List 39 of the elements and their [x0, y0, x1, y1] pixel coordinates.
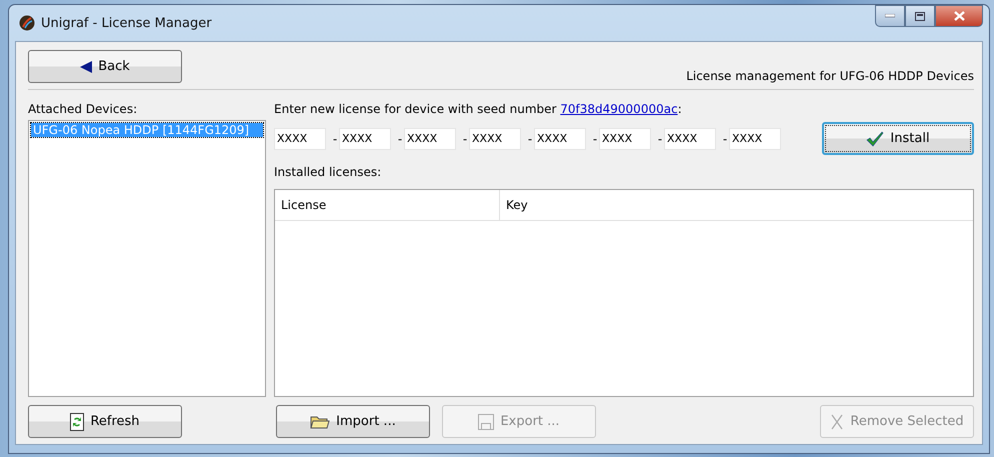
license-field[interactable]: XXXX — [274, 128, 326, 150]
header-text: License management for UFG-06 HDDP Devices — [686, 69, 974, 83]
dash-separator: - — [332, 132, 338, 146]
folder-icon — [310, 414, 330, 429]
column-header[interactable]: License — [275, 190, 500, 220]
minimize-icon — [885, 14, 895, 18]
x-icon — [830, 414, 844, 430]
maximize-icon — [915, 12, 925, 20]
dash-separator: - — [722, 132, 728, 146]
refresh-icon — [70, 412, 84, 430]
checkmark-icon — [866, 130, 884, 146]
dash-separator: - — [656, 132, 664, 146]
license-prompt: Enter new license for device with seed number 70f38d49000000ac: — [274, 102, 682, 116]
maximize-button[interactable] — [905, 5, 935, 27]
license-field[interactable]: XXXX — [339, 128, 391, 150]
close-button[interactable] — [935, 5, 983, 27]
window-title: Unigraf - License Manager — [41, 16, 212, 30]
seed-link[interactable]: 70f38d49000000ac — [560, 102, 678, 116]
license-field[interactable]: XXXX — [534, 128, 586, 150]
dash-separator: - — [526, 132, 534, 146]
license-field[interactable]: XXXX — [664, 128, 716, 150]
devices-label: Attached Devices: — [28, 102, 138, 116]
import-button[interactable]: Import ... — [276, 405, 430, 438]
license-field[interactable]: XXXX — [729, 128, 781, 150]
dash-separator: - — [592, 132, 598, 146]
license-field[interactable]: XXXX — [469, 128, 521, 150]
left-arrow-icon — [80, 60, 92, 72]
dash-separator: - — [462, 132, 468, 146]
refresh-button[interactable]: Refresh — [28, 405, 182, 438]
close-icon — [954, 11, 964, 21]
install-button[interactable]: Install — [822, 122, 974, 155]
back-button[interactable]: Back — [28, 50, 182, 83]
license-field[interactable]: XXXX — [404, 128, 456, 150]
minimize-button[interactable] — [875, 5, 905, 27]
dash-separator: - — [396, 132, 404, 146]
license-field[interactable]: XXXX — [599, 128, 651, 150]
app-logo-icon — [19, 15, 35, 31]
installed-label: Installed licenses: — [274, 165, 382, 179]
column-header[interactable]: Key — [500, 190, 528, 220]
